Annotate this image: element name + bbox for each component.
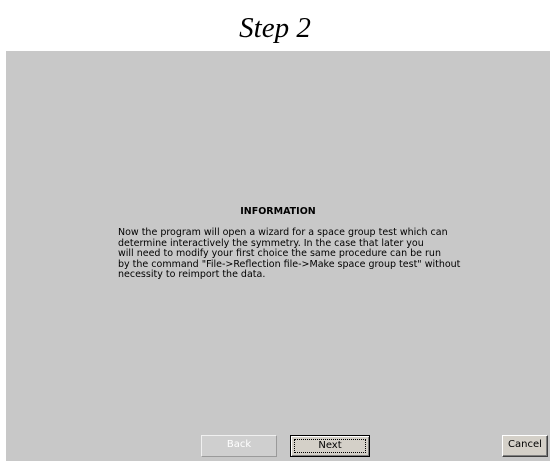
next-button[interactable]: Next: [290, 435, 370, 457]
information-line: necessity to reimport the data.: [118, 269, 266, 281]
cancel-button[interactable]: Cancel: [502, 435, 548, 457]
page: Step 2 INFORMATION Now the program will …: [0, 0, 550, 464]
next-button-label: Next: [294, 439, 366, 453]
information-heading: INFORMATION: [240, 206, 316, 217]
information-line: Now the program will open a wizard for a…: [118, 227, 448, 238]
information-text: Now the program will open a wizard for a…: [118, 227, 478, 281]
step-title: Step 2: [239, 12, 311, 44]
wizard-dialog: INFORMATION Now the program will open a …: [6, 51, 550, 461]
back-button[interactable]: Back: [201, 435, 277, 457]
